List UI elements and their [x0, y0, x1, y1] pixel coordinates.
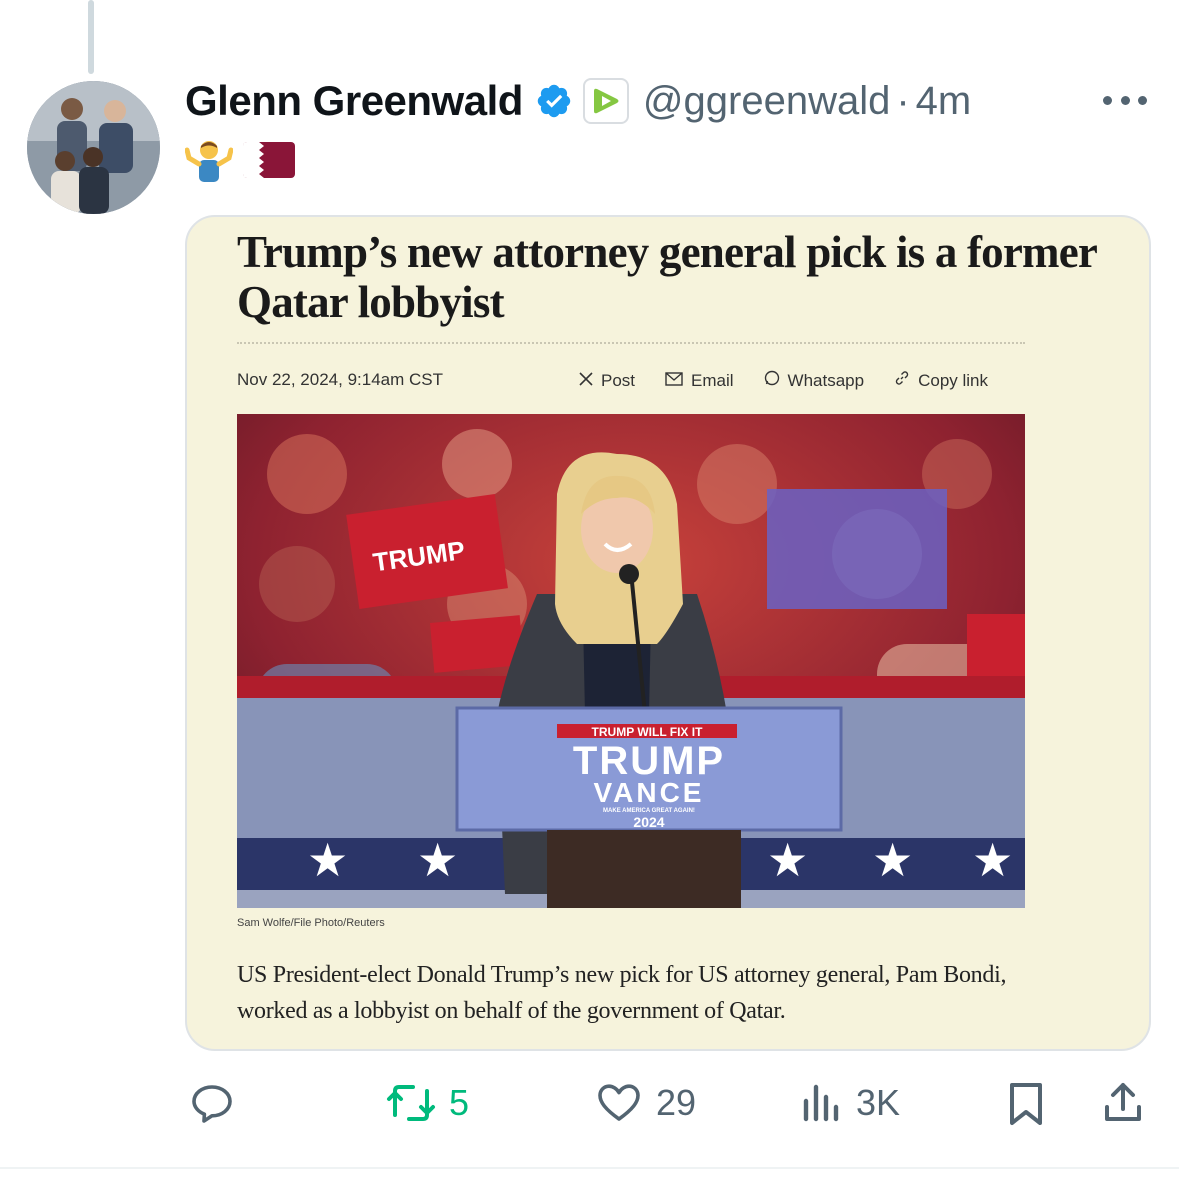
retweet-icon: [385, 1079, 437, 1127]
article-title: Trump’s new attorney general pick is a f…: [237, 227, 1097, 327]
share-label: Email: [691, 370, 734, 390]
like-button[interactable]: 29: [594, 1075, 696, 1131]
views-icon: [800, 1079, 844, 1127]
views-count: 3K: [856, 1082, 901, 1123]
share-label: Copy link: [918, 370, 989, 390]
x-logo-icon: [579, 371, 593, 391]
mail-icon: [665, 371, 683, 391]
like-count: 29: [656, 1082, 697, 1123]
svg-text:★: ★: [872, 834, 913, 886]
tweet-actions: 5 29 3K: [0, 1075, 1179, 1135]
avatar[interactable]: [27, 81, 160, 214]
retweet-button[interactable]: 5: [385, 1075, 469, 1131]
retweet-count: 5: [449, 1082, 470, 1123]
link-icon: [894, 370, 910, 391]
svg-text:★: ★: [972, 834, 1013, 886]
timestamp[interactable]: 4m: [916, 79, 972, 124]
tweet-text: [184, 136, 295, 189]
author-name[interactable]: Glenn Greenwald: [185, 77, 523, 125]
article-card[interactable]: Trump’s new attorney general pick is a f…: [185, 215, 1151, 1051]
share-label: Post: [601, 370, 636, 390]
share-email-link[interactable]: Email: [665, 370, 734, 391]
bookmark-icon: [1004, 1079, 1048, 1127]
article-photo[interactable]: TRUMP ★ ★ ★ ★ ★ TRUMP WILL FIX IT TRUMP …: [237, 414, 1025, 908]
share-whatsapp-link[interactable]: Whatsapp: [764, 370, 865, 391]
views-button[interactable]: 3K: [800, 1075, 900, 1131]
share-copy-link[interactable]: Copy link: [894, 370, 988, 391]
share-post-link[interactable]: Post: [579, 370, 635, 391]
separator-dot: ·: [896, 78, 910, 123]
reply-button[interactable]: [188, 1075, 248, 1131]
article-date: Nov 22, 2024, 9:14am CST: [237, 370, 444, 389]
article-description: US President-elect Donald Trump’s new pi…: [237, 962, 1007, 1024]
photo-credit: Sam Wolfe/File Photo/Reuters: [237, 917, 385, 929]
affiliate-rumble-icon[interactable]: [582, 78, 629, 124]
share-icon: [1098, 1079, 1148, 1127]
share-button[interactable]: [1098, 1075, 1148, 1131]
verified-badge-icon[interactable]: [535, 82, 573, 120]
heart-icon: [594, 1079, 644, 1127]
thread-connector-line: [88, 0, 94, 74]
reply-icon: [188, 1079, 236, 1127]
podium-banner-text: TRUMP WILL FIX IT: [592, 725, 704, 739]
podium-year-text: 2024: [633, 814, 664, 830]
svg-text:★: ★: [307, 834, 348, 886]
bookmark-button[interactable]: [1004, 1075, 1048, 1131]
shrug-emoji-icon: [184, 136, 234, 189]
svg-text:★: ★: [767, 834, 808, 886]
divider: [237, 342, 1025, 344]
tweet-divider: [0, 1167, 1179, 1169]
share-label: Whatsapp: [787, 370, 865, 390]
author-handle[interactable]: @ggreenwald: [643, 79, 890, 124]
svg-text:★: ★: [417, 834, 458, 886]
share-links: Post Email Whatsapp Copy link: [579, 370, 988, 391]
more-options-icon[interactable]: [1103, 89, 1147, 111]
qatar-flag-icon: [243, 140, 295, 185]
whatsapp-icon: [764, 370, 780, 391]
podium-line2-text: VANCE: [594, 777, 705, 808]
tweet-header: Glenn Greenwald @ggreenwald · 4m: [185, 74, 971, 128]
